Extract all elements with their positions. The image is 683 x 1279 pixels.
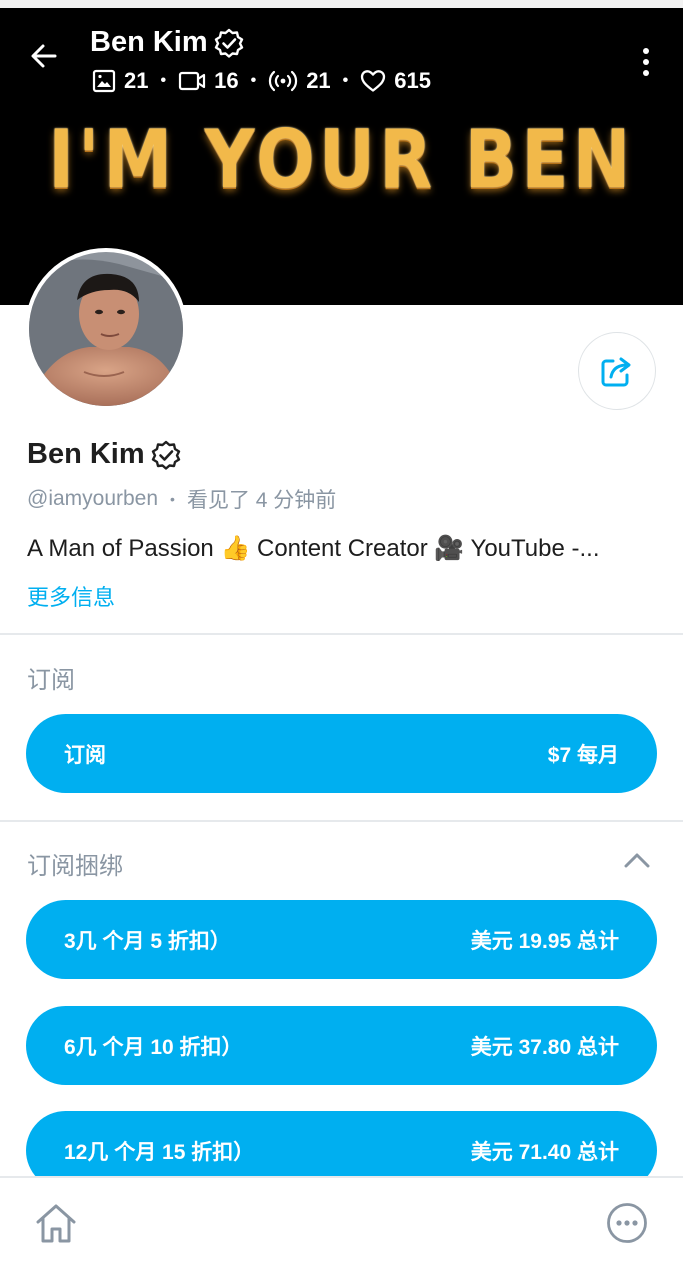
stat-likes-count: 615 — [394, 68, 431, 93]
stat-streams: 21 — [268, 68, 331, 94]
stat-separator: • — [342, 72, 349, 89]
bundles-section-title: 订阅捆绑 — [27, 853, 123, 880]
stat-videos: 16 — [178, 68, 239, 94]
bundle-price: 美元 19.95 总计 — [470, 929, 619, 953]
cover-banner-text: I'M YOUR BEN — [48, 113, 635, 206]
divider — [0, 633, 683, 635]
more-vertical-icon — [643, 48, 649, 54]
header-name-text: Ben Kim — [90, 26, 208, 58]
header-stats: 21 • 16 • 21 • 615 — [92, 68, 431, 94]
divider — [0, 820, 683, 822]
bundle-label: 12几 个月 15 折扣） — [64, 1140, 255, 1164]
profile-handle: @iamyourben — [27, 487, 159, 510]
bundle-button-3-months[interactable]: 3几 个月 5 折扣） 美元 19.95 总计 — [26, 900, 657, 979]
more-horizontal-icon[interactable] — [606, 1202, 648, 1244]
profile-name: Ben Kim — [27, 438, 181, 471]
bundle-price: 美元 71.40 总计 — [470, 1140, 619, 1164]
subscription-section-title: 订阅 — [27, 667, 75, 694]
avatar[interactable] — [25, 248, 187, 410]
subscribe-button-price: $7 每月 — [547, 743, 619, 767]
chevron-up-icon[interactable] — [622, 848, 652, 872]
bundle-label: 3几 个月 5 折扣） — [64, 929, 231, 953]
video-icon — [178, 71, 206, 91]
status-strip — [0, 0, 683, 8]
stat-videos-count: 16 — [214, 68, 239, 93]
more-info-link[interactable]: 更多信息 — [27, 580, 115, 612]
more-vertical-icon — [643, 59, 649, 65]
more-vertical-icon — [643, 70, 649, 76]
subscribe-button[interactable]: 订阅 $7 每月 — [26, 714, 657, 793]
stat-likes: 615 — [360, 68, 431, 94]
bundle-label: 6几 个月 10 折扣） — [64, 1035, 243, 1059]
stat-separator: • — [250, 72, 257, 89]
handle-line: @iamyourben • 看见了 4 分钟前 — [27, 484, 336, 514]
profile-name-text: Ben Kim — [27, 438, 145, 470]
bundle-button-6-months[interactable]: 6几 个月 10 折扣） 美元 37.80 总计 — [26, 1006, 657, 1085]
handle-separator: • — [170, 491, 175, 507]
bottom-nav — [0, 1176, 683, 1279]
home-icon[interactable] — [32, 1200, 80, 1248]
profile-bio: A Man of Passion 👍 Content Creator 🎥 You… — [27, 535, 600, 562]
header-creator-name: Ben Kim — [90, 26, 244, 59]
heart-icon — [361, 70, 386, 92]
bundle-price: 美元 37.80 总计 — [470, 1035, 619, 1059]
more-options-button[interactable] — [632, 44, 660, 80]
back-arrow-icon — [31, 44, 57, 68]
stat-photos: 21 — [92, 68, 148, 94]
subscribe-button-label: 订阅 — [64, 743, 106, 767]
image-icon — [92, 69, 116, 93]
last-seen: 看见了 4 分钟前 — [186, 489, 337, 512]
broadcast-icon — [269, 70, 298, 92]
share-icon — [601, 357, 631, 387]
avatar-image — [29, 252, 183, 406]
verified-icon — [214, 28, 243, 58]
share-button[interactable] — [578, 332, 656, 410]
stat-streams-count: 21 — [306, 68, 331, 93]
stat-separator: • — [160, 72, 167, 89]
verified-icon — [151, 440, 180, 470]
back-button[interactable] — [24, 36, 64, 76]
stat-photos-count: 21 — [124, 68, 149, 93]
